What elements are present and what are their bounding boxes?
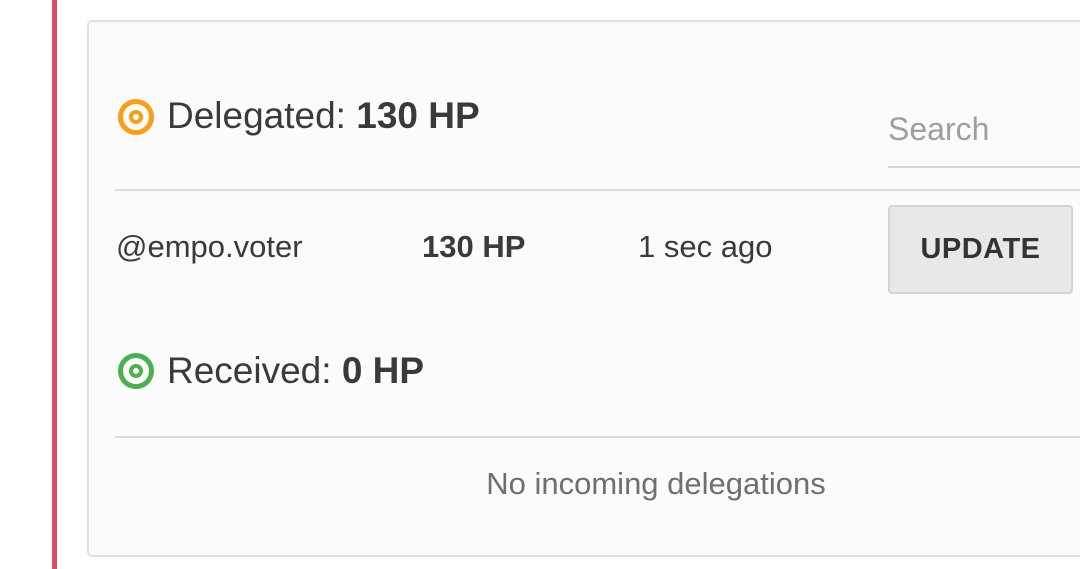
update-button[interactable]: UPDATE (888, 205, 1073, 294)
received-label: Received: (167, 350, 342, 391)
empty-incoming-message: No incoming delegations (486, 466, 826, 501)
search-input[interactable] (888, 92, 1080, 168)
divider (115, 189, 1080, 191)
delegated-amount: 130 HP (356, 95, 480, 136)
delegatee-account[interactable]: @empo.voter (116, 228, 303, 266)
received-target-icon (118, 353, 154, 389)
delegation-amount: 130 HP (422, 229, 526, 264)
received-amount: 0 HP (341, 350, 425, 391)
delegated-label: Delegated: (167, 95, 357, 136)
delegated-target-icon (118, 99, 154, 135)
delegation-time: 1 sec ago (638, 229, 773, 264)
delegated-heading: Delegated: 130 HP (167, 96, 480, 136)
received-heading: Received: 0 HP (167, 351, 424, 391)
divider (115, 436, 1080, 438)
accent-bar (52, 0, 57, 569)
